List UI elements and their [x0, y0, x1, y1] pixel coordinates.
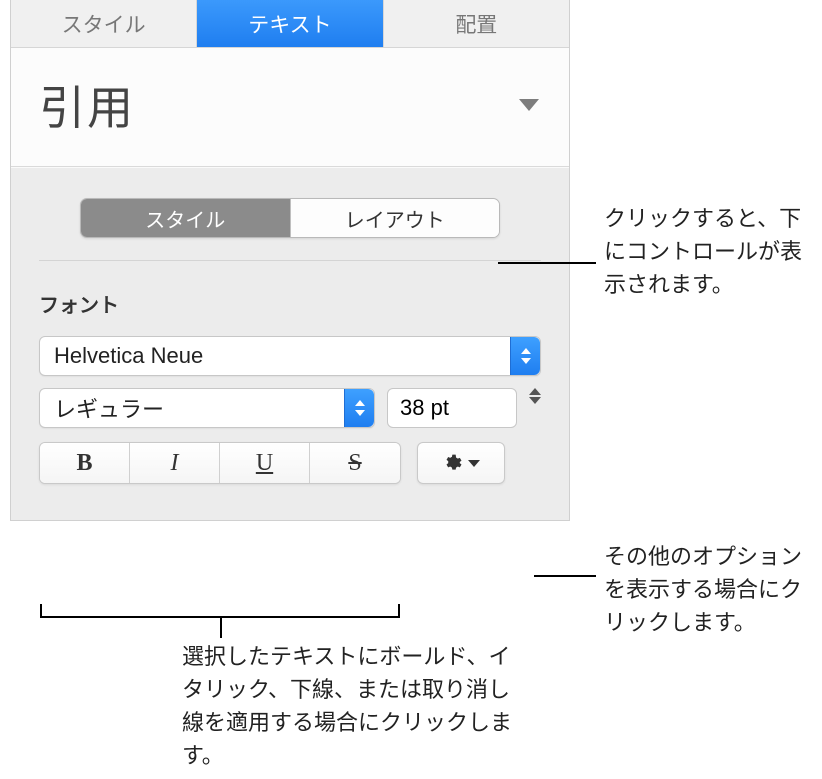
underline-glyph: U	[256, 450, 273, 477]
callout-advanced: その他のオプションを表示する場合にクリックします。	[604, 540, 814, 639]
bold-glyph: B	[76, 450, 92, 477]
text-style-button-group: B I U S	[39, 442, 401, 484]
advanced-options-button[interactable]	[417, 442, 505, 484]
tab-style[interactable]: スタイル	[11, 0, 197, 47]
strike-glyph: S	[348, 450, 361, 477]
popup-arrows-icon	[344, 389, 374, 427]
popup-arrows-icon	[510, 337, 540, 375]
segment-style-label: スタイル	[145, 204, 225, 233]
font-size-field[interactable]: 38 pt	[387, 388, 517, 428]
callout-layout-tab: クリックすると、下にコントロールが表示されます。	[604, 202, 820, 301]
divider	[39, 260, 541, 261]
font-family-select[interactable]: Helvetica Neue	[39, 336, 541, 376]
step-up-icon	[529, 388, 541, 395]
chevron-down-icon	[468, 460, 480, 467]
bracket	[40, 604, 400, 618]
gear-icon	[442, 453, 462, 473]
font-variant-row: レギュラー 38 pt	[39, 388, 541, 428]
format-inspector-panel: スタイル テキスト 配置 引用 スタイル レイアウト フォント Helvetic…	[10, 0, 570, 521]
callout-style-buttons: 選択したテキストにボールド、イタリック、下線、または取り消し線を適用する場合にク…	[182, 640, 522, 772]
tab-text[interactable]: テキスト	[197, 0, 383, 47]
paragraph-style-name: 引用	[39, 72, 135, 138]
strikethrough-button[interactable]: S	[310, 443, 400, 483]
step-down-icon	[529, 397, 541, 404]
leader-line	[534, 575, 596, 577]
chevron-down-icon	[519, 99, 539, 111]
leader-line	[498, 262, 596, 264]
tab-arrange-label: 配置	[455, 9, 497, 39]
panel-body: スタイル レイアウト フォント Helvetica Neue レギュラー 38 …	[11, 167, 569, 520]
tab-style-label: スタイル	[62, 9, 146, 39]
underline-button[interactable]: U	[220, 443, 310, 483]
font-variant-value: レギュラー	[54, 392, 164, 424]
tab-text-label: テキスト	[248, 9, 331, 39]
segment-layout-label: レイアウト	[345, 204, 445, 233]
font-size-stepper[interactable]	[529, 388, 541, 428]
font-variant-select[interactable]: レギュラー	[39, 388, 375, 428]
segment-style[interactable]: スタイル	[81, 199, 291, 237]
tab-arrange[interactable]: 配置	[384, 0, 569, 47]
text-style-row: B I U S	[39, 442, 541, 484]
style-layout-segmented: スタイル レイアウト	[80, 198, 500, 238]
leader-line-vertical	[220, 618, 222, 638]
font-size-value: 38 pt	[400, 395, 449, 421]
inspector-tabs: スタイル テキスト 配置	[11, 0, 569, 48]
italic-glyph: I	[171, 450, 179, 477]
font-family-value: Helvetica Neue	[54, 343, 203, 369]
paragraph-style-popup[interactable]: 引用	[11, 48, 569, 167]
bold-button[interactable]: B	[40, 443, 130, 483]
segment-layout[interactable]: レイアウト	[291, 199, 500, 237]
font-section-label: フォント	[39, 289, 541, 318]
italic-button[interactable]: I	[130, 443, 220, 483]
